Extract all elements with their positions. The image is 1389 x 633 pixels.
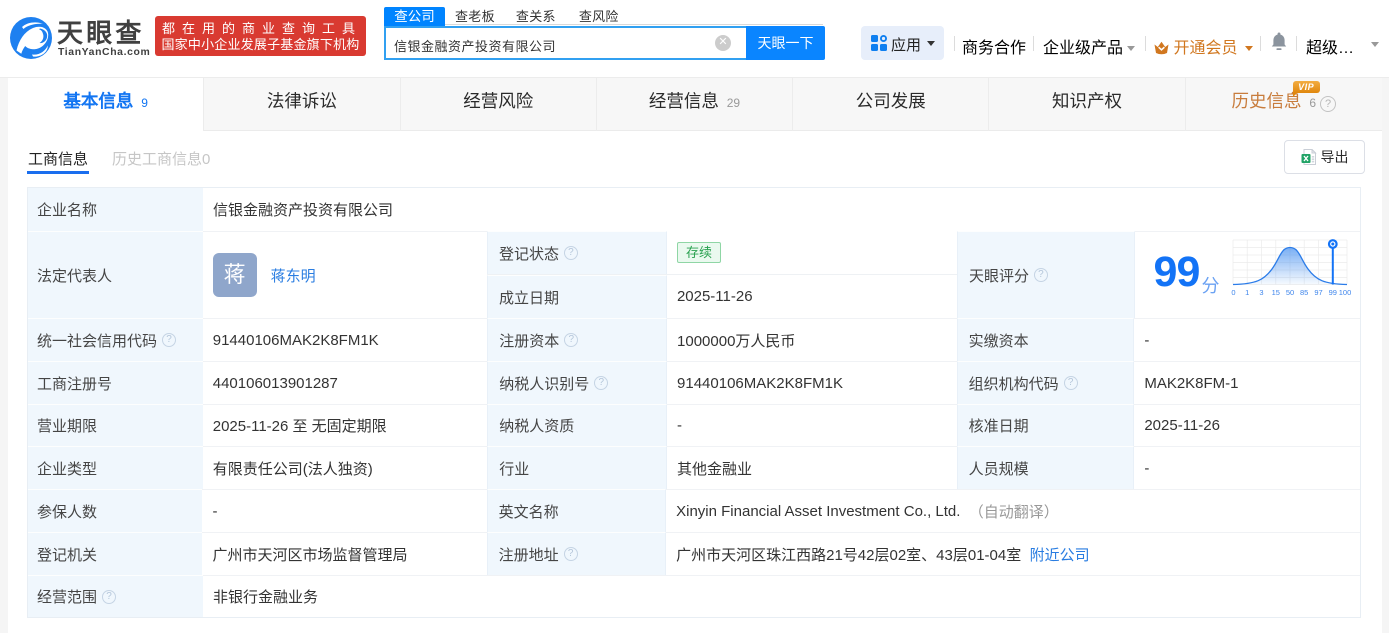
svg-text:97: 97: [1314, 288, 1322, 297]
svg-text:50: 50: [1285, 288, 1293, 297]
svg-text:1: 1: [1245, 288, 1249, 297]
svg-text:99: 99: [1328, 288, 1336, 297]
svg-text:85: 85: [1300, 288, 1308, 297]
svg-text:100: 100: [1338, 288, 1350, 297]
svg-text:0: 0: [1231, 288, 1235, 297]
svg-text:15: 15: [1271, 288, 1279, 297]
svg-text:3: 3: [1259, 288, 1263, 297]
